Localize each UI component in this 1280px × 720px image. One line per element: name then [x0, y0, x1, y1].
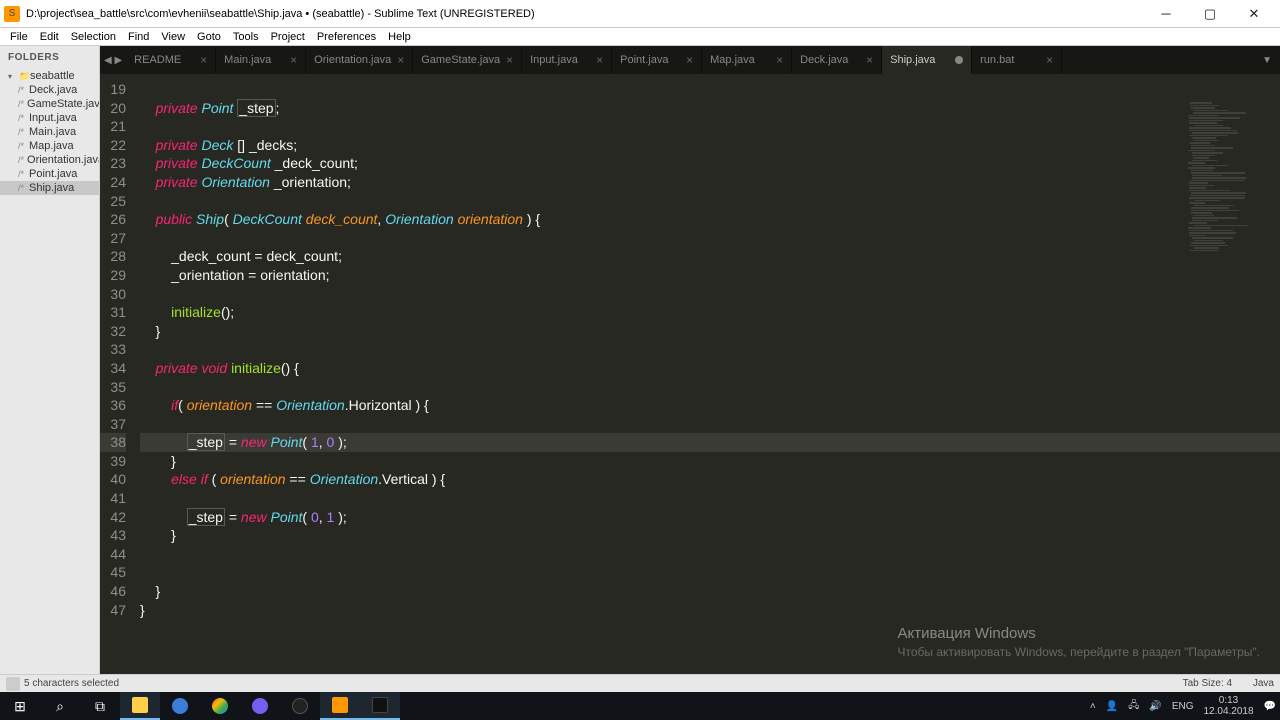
- taskbar-app-viber[interactable]: [240, 692, 280, 720]
- tree-file[interactable]: /*Ship.java: [0, 181, 99, 195]
- taskbar-app-explorer[interactable]: [120, 692, 160, 720]
- tab[interactable]: Orientation.java×: [306, 46, 413, 74]
- menu-project[interactable]: Project: [265, 31, 311, 43]
- tab-bar: ◀ ▶ README×Main.java×Orientation.java×Ga…: [100, 46, 1280, 74]
- tree-file[interactable]: /*Input.java: [0, 111, 99, 125]
- start-button[interactable]: ⊞: [0, 692, 40, 720]
- tray-chevron-icon[interactable]: ˄: [1090, 701, 1096, 712]
- menu-preferences[interactable]: Preferences: [311, 31, 382, 43]
- tab[interactable]: README×: [126, 46, 216, 74]
- close-button[interactable]: ✕: [1232, 0, 1276, 28]
- sidebar: FOLDERS ▾📁seabattle/*Deck.java/*GameStat…: [0, 46, 100, 674]
- tray-people-icon[interactable]: 👤: [1106, 701, 1118, 712]
- minimize-button[interactable]: ─: [1144, 0, 1188, 28]
- menu-goto[interactable]: Goto: [191, 31, 227, 43]
- status-tab-size[interactable]: Tab Size: 4: [1183, 678, 1232, 689]
- taskbar-app-terminal[interactable]: [360, 692, 400, 720]
- tab[interactable]: Deck.java×: [792, 46, 882, 74]
- tray-clock[interactable]: 0:1312.04.2018: [1203, 695, 1253, 717]
- tab-overflow-button[interactable]: ▼: [1254, 46, 1280, 74]
- menubar: FileEditSelectionFindViewGotoToolsProjec…: [0, 28, 1280, 46]
- tray-network-icon[interactable]: 🖧: [1128, 698, 1139, 715]
- tab-nav-arrows[interactable]: ◀ ▶: [100, 46, 126, 74]
- taskbar-app-chrome[interactable]: [200, 692, 240, 720]
- status-syntax[interactable]: Java: [1253, 678, 1274, 689]
- status-panel-icon[interactable]: [6, 677, 20, 691]
- search-button[interactable]: ⌕: [40, 692, 80, 720]
- menu-edit[interactable]: Edit: [34, 31, 65, 43]
- tab[interactable]: GameState.java×: [413, 46, 522, 74]
- windows-taskbar: ⊞ ⌕ ⧉ ˄ 👤 🖧 🔊 ENG 0:1312.04.2018 💬: [0, 692, 1280, 720]
- taskbar-app-1[interactable]: [160, 692, 200, 720]
- taskbar-app-obs[interactable]: [280, 692, 320, 720]
- sidebar-header: FOLDERS: [0, 46, 99, 69]
- tree-file[interactable]: /*Orientation.java: [0, 153, 99, 167]
- code-area[interactable]: private Point _step; private Deck [] _de…: [132, 74, 1280, 674]
- task-view-button[interactable]: ⧉: [80, 692, 120, 720]
- window-title: D:\project\sea_battle\src\com\evhenii\se…: [26, 8, 535, 20]
- status-bar: 5 characters selected Tab Size: 4 Java: [0, 674, 1280, 692]
- tab[interactable]: Main.java×: [216, 46, 306, 74]
- tree-file[interactable]: /*Deck.java: [0, 83, 99, 97]
- tree-file[interactable]: /*Point.java: [0, 167, 99, 181]
- status-selection: 5 characters selected: [24, 678, 119, 689]
- menu-find[interactable]: Find: [122, 31, 155, 43]
- editor[interactable]: 1920212223242526272829303132333435363738…: [100, 74, 1280, 674]
- tree-root[interactable]: ▾📁seabattle: [0, 69, 99, 83]
- app-icon: S: [4, 6, 20, 22]
- menu-file[interactable]: File: [4, 31, 34, 43]
- tab[interactable]: Ship.java: [882, 46, 972, 74]
- tray-notifications-icon[interactable]: 💬: [1264, 701, 1276, 712]
- tree-file[interactable]: /*Map.java: [0, 139, 99, 153]
- tab[interactable]: Input.java×: [522, 46, 612, 74]
- taskbar-app-sublime[interactable]: [320, 692, 360, 720]
- tree-file[interactable]: /*Main.java: [0, 125, 99, 139]
- menu-view[interactable]: View: [155, 31, 191, 43]
- system-tray[interactable]: ˄ 👤 🖧 🔊 ENG 0:1312.04.2018 💬: [1090, 695, 1280, 717]
- tray-language[interactable]: ENG: [1172, 701, 1194, 712]
- menu-tools[interactable]: Tools: [227, 31, 265, 43]
- tray-volume-icon[interactable]: 🔊: [1149, 701, 1161, 712]
- tab[interactable]: run.bat×: [972, 46, 1062, 74]
- tab[interactable]: Point.java×: [612, 46, 702, 74]
- tab[interactable]: Map.java×: [702, 46, 792, 74]
- window-titlebar: S D:\project\sea_battle\src\com\evhenii\…: [0, 0, 1280, 28]
- maximize-button[interactable]: ▢: [1188, 0, 1232, 28]
- tree-file[interactable]: /*GameState.java: [0, 97, 99, 111]
- folder-tree: ▾📁seabattle/*Deck.java/*GameState.java/*…: [0, 69, 99, 195]
- menu-help[interactable]: Help: [382, 31, 417, 43]
- line-gutter: 1920212223242526272829303132333435363738…: [100, 74, 132, 674]
- menu-selection[interactable]: Selection: [65, 31, 122, 43]
